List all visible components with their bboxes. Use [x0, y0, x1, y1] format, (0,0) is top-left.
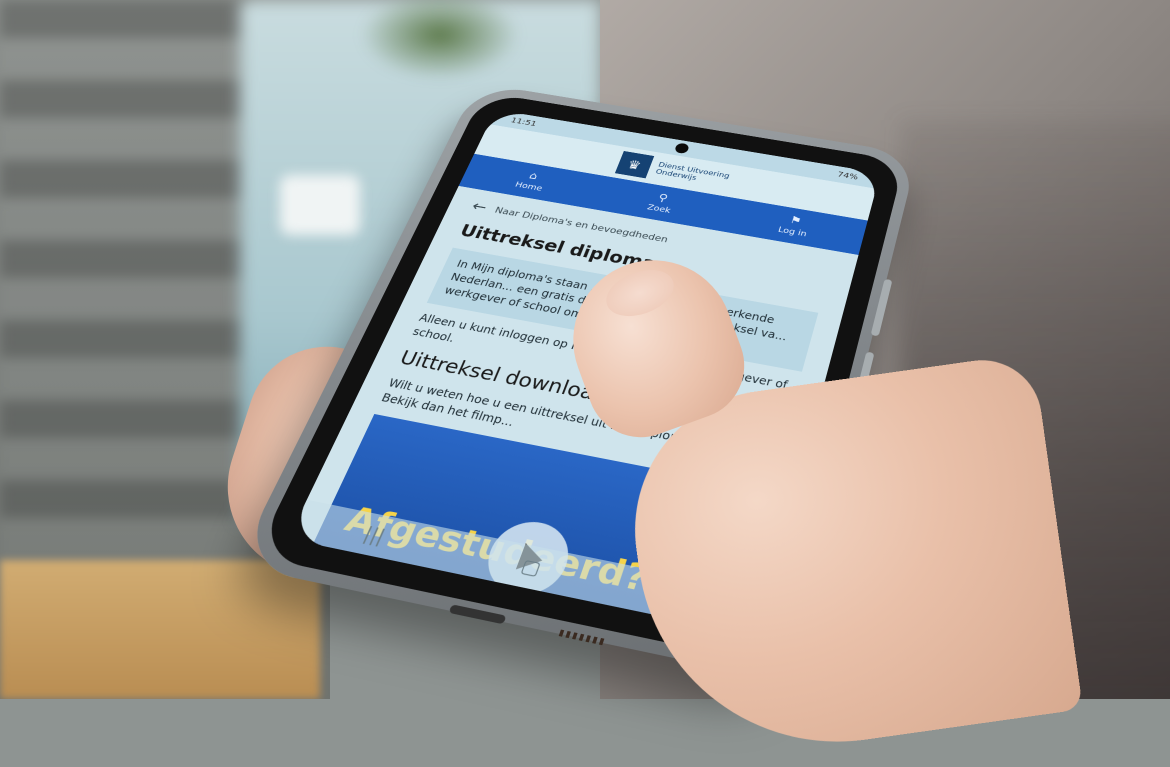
background-plant — [360, 0, 520, 80]
nav-login-label: Log in — [777, 226, 808, 239]
home-button-icon[interactable]: ▢ — [518, 555, 544, 580]
nav-home-label: Home — [514, 181, 544, 193]
background-object — [280, 175, 360, 235]
search-icon: ⚲ — [656, 192, 669, 204]
rijksoverheid-logo[interactable]: ♛ — [615, 151, 654, 178]
nav-zoek-label: Zoek — [646, 203, 672, 215]
back-arrow-icon: ← — [469, 198, 490, 216]
lock-icon: ⚑ — [788, 215, 802, 228]
background-table — [0, 560, 320, 699]
status-time: 11:51 — [509, 116, 537, 127]
crest-icon: ♛ — [625, 157, 643, 172]
nav-zoek[interactable]: ⚲ Zoek — [646, 191, 676, 215]
recents-icon[interactable]: ||| — [360, 523, 388, 548]
nav-home[interactable]: ⌂ Home — [514, 169, 549, 193]
home-icon: ⌂ — [527, 170, 539, 182]
status-battery: 74% — [836, 170, 859, 181]
background-slats — [0, 0, 250, 560]
nav-login[interactable]: ⚑ Log in — [777, 213, 812, 239]
brand-name: Dienst Uitvoering Onderwijs — [654, 161, 730, 187]
